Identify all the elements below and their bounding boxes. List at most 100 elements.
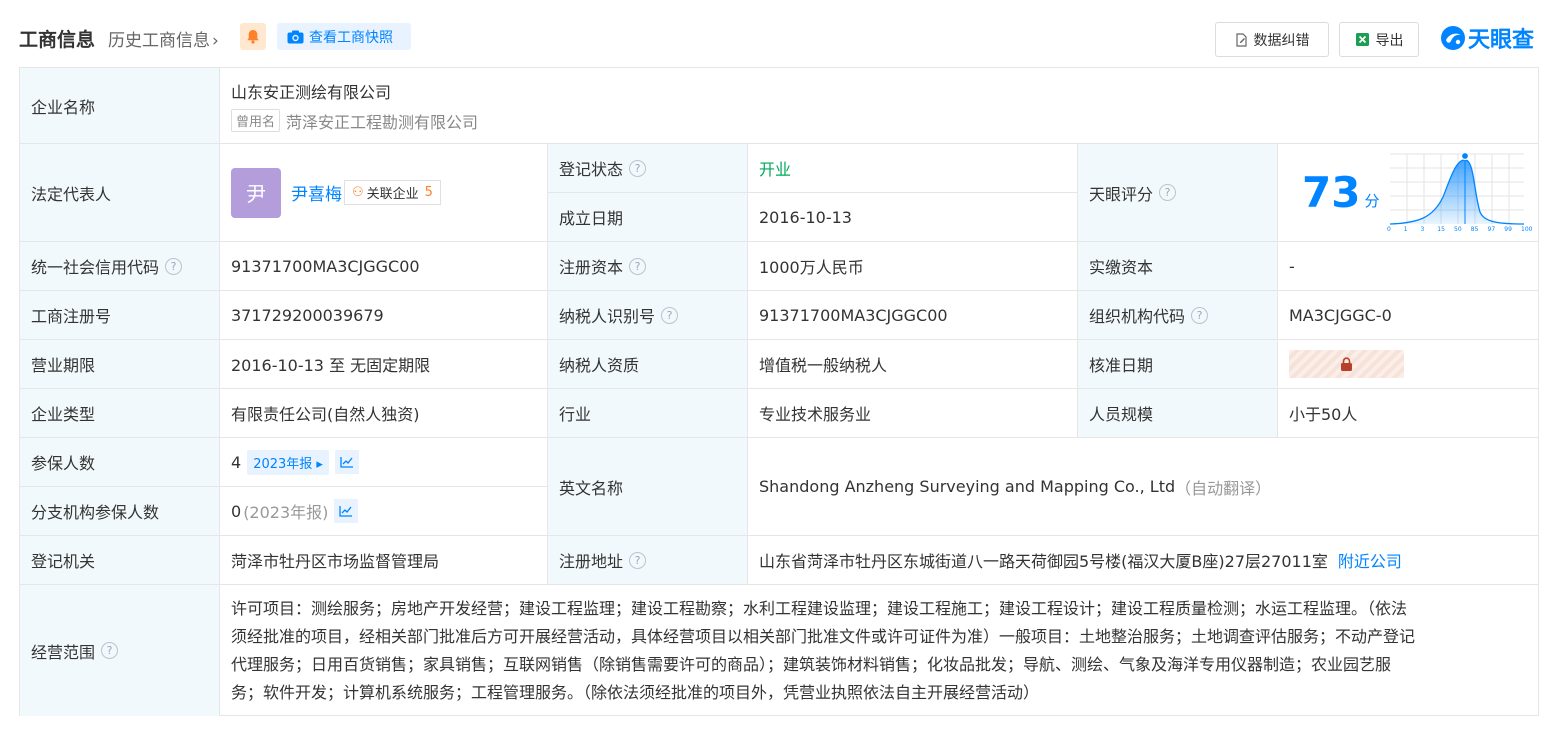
authority-cell: 菏泽市牡丹区市场监督管理局 (220, 536, 548, 585)
export-button[interactable]: 导出 (1339, 22, 1419, 57)
chevron-right-icon: › (212, 31, 219, 51)
paid-capital-label-text: 实缴资本 (1089, 258, 1154, 277)
approve-date-label-text: 核准日期 (1089, 356, 1154, 375)
legal-rep-name[interactable]: 尹喜梅 (291, 180, 342, 205)
reg-no-label: 工商注册号 (20, 291, 220, 340)
founded-label-text: 成立日期 (559, 209, 624, 228)
data-correct-label[interactable]: 数据纠错 (1254, 30, 1310, 50)
status-cell: 开业 (748, 144, 1078, 193)
staff-value: 小于50人 (1289, 405, 1358, 424)
former-name-tag: 曾用名 (231, 109, 281, 132)
help-icon[interactable]: ? (1159, 184, 1177, 201)
score-ticks: 0 1 3 15 50 85 97 99 100 (1387, 226, 1532, 234)
credit-code-value: 91371700MA3CJGGC00 (231, 256, 420, 276)
related-companies-badge[interactable]: ⚇ 关联企业 5 (344, 180, 441, 205)
staff-cell: 小于50人 (1278, 389, 1539, 438)
english-name-label: 英文名称 (548, 438, 748, 536)
trend-chart-icon[interactable] (334, 450, 359, 474)
camera-icon (287, 30, 304, 43)
status-label: 登记状态? (548, 144, 748, 193)
authority-value: 菏泽市牡丹区市场监督管理局 (231, 552, 440, 571)
branch-insured-label-text: 分支机构参保人数 (31, 503, 160, 522)
section-header: 工商信息 历史工商信息 › 查看工商快照 数据纠错 导出 天眼查 (0, 0, 1549, 68)
scope-line: 代理服务；日用百货销售；家具销售；互联网销售（除销售需要许可的商品）；建筑装饰材… (231, 654, 1392, 674)
score-tick-label: 3 (1420, 226, 1425, 233)
score-tick-label: 0 (1387, 226, 1391, 233)
paid-capital-label: 实缴资本 (1078, 242, 1278, 291)
score-distribution-chart: 0 1 3 15 50 85 97 99 100 (1387, 151, 1532, 234)
address-label-text: 注册地址 (559, 552, 624, 571)
export-label[interactable]: 导出 (1376, 30, 1404, 50)
score-tick-label: 100 (1521, 226, 1533, 233)
english-name-label-text: 英文名称 (559, 478, 624, 498)
former-name: 菏泽安正工程勘测有限公司 (286, 112, 479, 132)
org-code-label-text: 组织机构代码 (1089, 307, 1186, 326)
branch-insured-value: 0 (231, 501, 242, 521)
trend-chart-icon[interactable] (334, 499, 359, 523)
help-icon[interactable]: ? (629, 551, 647, 569)
help-icon[interactable]: ? (661, 306, 679, 324)
related-label: 关联企业 (366, 187, 419, 202)
term-cell: 2016-10-13 至 无固定期限 (220, 340, 548, 389)
scope-line: 须经批准的项目，经相关部门批准后方可开展经营活动，具体经营项目以相关部门批准文件… (231, 626, 1416, 646)
reg-no-cell: 371729200039679 (220, 291, 548, 340)
score-unit: 分 (1364, 192, 1380, 210)
insured-value: 4 (231, 452, 242, 472)
section-title: 工商信息 (19, 29, 96, 51)
status-label-text: 登记状态 (559, 160, 624, 179)
history-link-label[interactable]: 历史工商信息 (108, 31, 210, 51)
data-correct-button[interactable]: 数据纠错 (1215, 22, 1329, 57)
branch-insured-cell: 0 (2023年报) (220, 487, 548, 536)
term-label: 营业期限 (20, 340, 220, 389)
tianyancha-logo: 天眼查 (1440, 22, 1534, 54)
help-icon[interactable]: ? (629, 257, 647, 275)
staff-label-text: 人员规模 (1089, 405, 1154, 424)
scope-line: 务；软件开发；计算机系统服务；工程管理服务。（除依法须经批准的项目外，凭营业执照… (231, 682, 1040, 702)
business-info-table: 企业名称 山东安正测绘有限公司 曾用名 菏泽安正工程勘测有限公司 法定代表人 尹… (19, 67, 1539, 716)
help-icon[interactable]: ? (1191, 306, 1209, 324)
paid-capital-cell: - (1278, 242, 1539, 291)
insured-year-tag[interactable]: 2023年报 ▸ (247, 449, 329, 475)
tax-type-value: 增值税一般纳税人 (759, 356, 888, 375)
bell-icon[interactable] (240, 23, 266, 50)
founded-cell: 2016-10-13 (748, 193, 1078, 242)
org-code-label: 组织机构代码? (1078, 291, 1278, 340)
company-name-label-text: 企业名称 (31, 97, 96, 117)
paid-capital-value: - (1289, 256, 1295, 276)
english-name-cell: Shandong Anzheng Surveying and Mapping C… (748, 438, 1539, 536)
legal-rep-label: 法定代表人 (20, 144, 220, 242)
avatar[interactable]: 尹 (231, 167, 281, 218)
locked-value[interactable] (1289, 350, 1404, 378)
tax-type-label-text: 纳税人资质 (559, 356, 640, 375)
score-tick-label: 99 (1504, 226, 1512, 233)
lock-icon (1341, 357, 1352, 371)
tax-type-cell: 增值税一般纳税人 (748, 340, 1078, 389)
term-value: 2016-10-13 至 无固定期限 (231, 356, 431, 375)
score-tick-label: 85 (1470, 226, 1479, 233)
auto-translate-note: （自动翻译） (1175, 478, 1272, 498)
company-name: 山东安正测绘有限公司 (231, 82, 392, 102)
edit-doc-icon (1235, 32, 1247, 47)
snapshot-button[interactable]: 查看工商快照 (277, 23, 411, 50)
score-cell[interactable]: 73 分 0 1 3 15 50 85 97 99 100 (1278, 144, 1539, 242)
industry-label-text: 行业 (559, 405, 592, 424)
snapshot-label[interactable]: 查看工商快照 (309, 27, 393, 47)
credit-code-cell: 91371700MA3CJGGC00 (220, 242, 548, 291)
approve-date-cell (1278, 340, 1539, 389)
excel-icon (1355, 33, 1369, 46)
authority-label-text: 登记机关 (31, 552, 96, 571)
reg-no-label-text: 工商注册号 (31, 307, 112, 326)
branch-insured-year: (2023年报) (243, 503, 329, 522)
term-label-text: 营业期限 (31, 356, 96, 375)
org-code-value: MA3CJGGC-0 (1289, 305, 1392, 325)
help-icon[interactable]: ? (165, 257, 183, 275)
help-icon[interactable]: ? (101, 642, 119, 659)
history-link[interactable]: 历史工商信息 › (108, 26, 219, 51)
insured-year-text[interactable]: 2023年报 (253, 457, 312, 472)
help-icon[interactable]: ? (629, 159, 647, 177)
reg-no-value: 371729200039679 (231, 305, 384, 325)
company-name-label: 企业名称 (20, 68, 220, 144)
related-icon: ⚇ (352, 185, 364, 200)
company-name-cell: 山东安正测绘有限公司 曾用名 菏泽安正工程勘测有限公司 (220, 68, 1539, 144)
nearby-companies-link[interactable]: 附近公司 (1338, 548, 1402, 572)
